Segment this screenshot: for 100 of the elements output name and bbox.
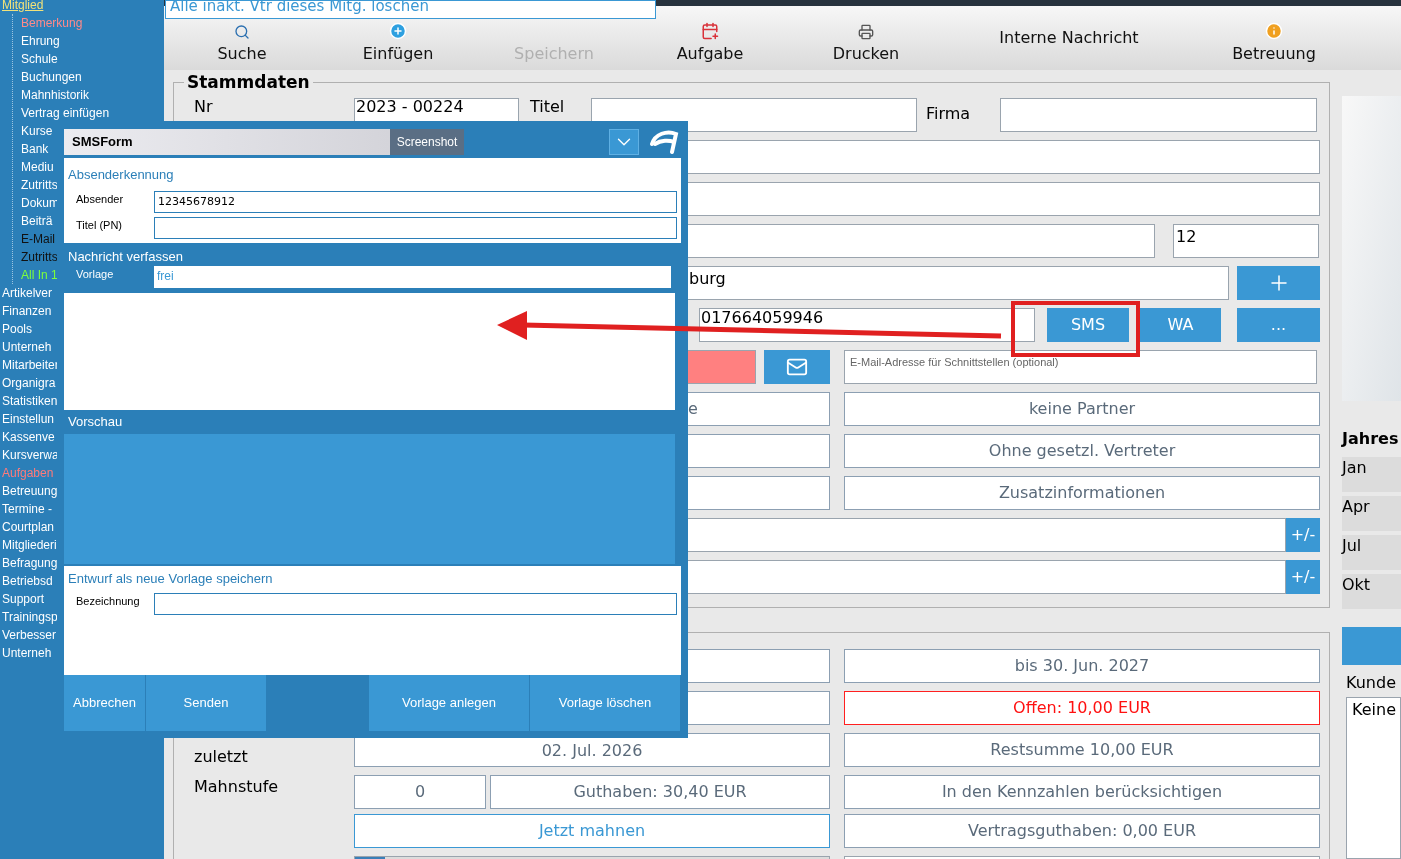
sidebar-item[interactable]: Buchungen — [21, 68, 82, 86]
sidebar-item[interactable]: Befragung — [0, 554, 58, 572]
input-field[interactable] — [687, 139, 1320, 174]
template-field[interactable]: frei — [154, 266, 671, 288]
collapse-button[interactable] — [609, 129, 639, 155]
option-button[interactable]: Ohne gesetzl. Vertreter — [844, 433, 1320, 468]
input-field[interactable] — [154, 216, 677, 239]
sidebar-item[interactable]: Zutritts — [21, 176, 58, 194]
sidebar-item[interactable]: Mitarbeiter — [0, 356, 59, 374]
sidebar-item[interactable]: Finanzen — [0, 302, 52, 320]
plus-minus-button[interactable]: +/- — [1286, 517, 1320, 552]
sidebar-item[interactable]: Mitgliederi — [0, 536, 57, 554]
plus-minus-button[interactable]: +/- — [1286, 559, 1320, 594]
option-button[interactable]: e — [687, 391, 830, 426]
section-heading: Nachricht verfassen — [68, 247, 184, 266]
dialog-button[interactable]: Abbrechen — [64, 675, 145, 731]
calendar-icon — [701, 22, 719, 40]
sidebar-item[interactable]: Mediu — [21, 158, 54, 176]
sms-button[interactable]: SMS — [1047, 307, 1129, 342]
sidebar-item[interactable]: Unterneh — [0, 338, 52, 356]
option-button[interactable]: keine Partner — [844, 391, 1320, 426]
section-heading: Absenderkennung — [68, 166, 175, 184]
input-field[interactable]: 12 — [1173, 223, 1319, 258]
toolbar-button[interactable]: Betreuung — [1194, 6, 1354, 70]
sidebar-item[interactable]: Organigra — [0, 374, 56, 392]
option-button[interactable]: Zusatzinformationen — [844, 475, 1320, 510]
mail-button[interactable] — [764, 349, 830, 384]
sidebar-item[interactable]: Verbesser — [0, 626, 57, 644]
input-field[interactable] — [1000, 97, 1317, 132]
month-row: Apr — [1342, 496, 1401, 531]
sidebar-item[interactable]: Kurse — [21, 122, 53, 140]
add-button[interactable] — [1237, 265, 1320, 300]
sidebar-item[interactable]: Ehrung — [21, 32, 60, 50]
email-field[interactable]: E-Mail-Adresse für Schnittstellen (optional) — [844, 349, 1317, 384]
value-field: Vertragsguthaben: 0,00 EUR — [844, 813, 1320, 848]
sidebar-item[interactable]: Schule — [21, 50, 58, 68]
dialog-button[interactable]: Vorlage anlegen — [369, 675, 529, 731]
value-field: bis 30. Jun. 2027 — [844, 648, 1320, 683]
toolbar-button[interactable]: Aufgabe — [632, 6, 788, 70]
field-label: Bezeichnung — [76, 593, 141, 609]
plus-circle-icon — [389, 22, 407, 40]
sidebar-item[interactable]: Kassenve — [0, 428, 55, 446]
sidebar-item[interactable]: All In 1 — [21, 266, 58, 284]
sidebar-item[interactable]: Bank — [21, 140, 49, 158]
more-button[interactable]: ... — [1237, 307, 1320, 342]
logo-icon — [649, 130, 679, 154]
option-button[interactable]: In den Kennzahlen berücksichtigen — [844, 774, 1320, 809]
field-label: Absender — [76, 191, 125, 207]
option-button[interactable] — [687, 475, 830, 510]
sidebar-item[interactable]: Pools — [0, 320, 33, 338]
input-field[interactable]: 12345678912 — [154, 190, 677, 213]
sidebar-item[interactable]: Support — [0, 590, 45, 608]
month-row: Okt — [1342, 574, 1401, 609]
sidebar-item[interactable]: Statistiken — [0, 392, 58, 410]
sidebar-item[interactable]: Kursverwa — [0, 446, 59, 464]
field-label: Mahnstufe — [194, 775, 280, 798]
info-icon — [1265, 22, 1283, 40]
month-row: Jan — [1342, 457, 1401, 492]
sidebar-item[interactable]: Beiträ — [21, 212, 53, 230]
option-button[interactable] — [687, 433, 830, 468]
input-field[interactable]: burg — [687, 265, 1229, 300]
input-field[interactable] — [154, 592, 677, 615]
header-bar — [1342, 627, 1401, 665]
sidebar-item[interactable]: Einstellun — [0, 410, 55, 428]
toolbar-button[interactable]: Interne Nachricht — [944, 6, 1194, 70]
value-field: Guthaben: 30,40 EUR — [490, 774, 830, 809]
dialog-title: SMSForm — [64, 129, 390, 155]
color-swatch — [687, 349, 756, 384]
section-heading: Entwurf als neue Vorlage speichern — [68, 570, 274, 588]
sidebar-item[interactable]: Mitglied — [0, 0, 44, 14]
dialog-button[interactable]: Vorlage löschen — [530, 675, 680, 731]
sidebar-item[interactable]: Unterneh — [0, 644, 52, 662]
sidebar-item[interactable]: Termine - — [0, 500, 52, 518]
sidebar-item[interactable]: Betriebsd — [0, 572, 53, 590]
field-label: Nr — [194, 97, 214, 115]
toolbar-button[interactable]: Drucken — [788, 6, 944, 70]
dialog-button[interactable]: Senden — [146, 675, 266, 731]
input-field[interactable] — [687, 223, 1155, 258]
sidebar-item[interactable]: Betreuung — [0, 482, 58, 500]
value-field: Restsumme 10,00 EUR — [844, 732, 1320, 767]
field-label: Vorlage — [76, 267, 115, 282]
input-field[interactable] — [687, 517, 1286, 552]
sidebar-item[interactable]: E-Mail — [21, 230, 55, 248]
input-field[interactable] — [591, 97, 917, 132]
screenshot-button[interactable]: Screenshot — [390, 129, 464, 155]
sidebar-item[interactable]: Zutritts — [21, 248, 58, 266]
field-label: Kunde — [1345, 672, 1397, 694]
whatsapp-button[interactable]: WA — [1140, 307, 1221, 342]
sidebar-item[interactable]: Vertrag einfügen — [21, 104, 110, 122]
sidebar-item[interactable]: Artikelver — [0, 284, 52, 302]
sidebar-item[interactable]: Mahnhistorik — [21, 86, 90, 104]
panel-title: Jahres — [1342, 428, 1400, 450]
input-field[interactable] — [687, 559, 1286, 594]
dunning-button[interactable]: Jetzt mahnen — [354, 813, 830, 848]
sidebar-item[interactable]: Trainingsp — [0, 608, 58, 626]
sidebar-item[interactable]: Courtplan — [0, 518, 55, 536]
input-field[interactable] — [687, 181, 1320, 216]
list-box: Keine — [1346, 697, 1401, 859]
printer-icon — [858, 24, 874, 40]
month-row: Jul — [1342, 535, 1401, 570]
